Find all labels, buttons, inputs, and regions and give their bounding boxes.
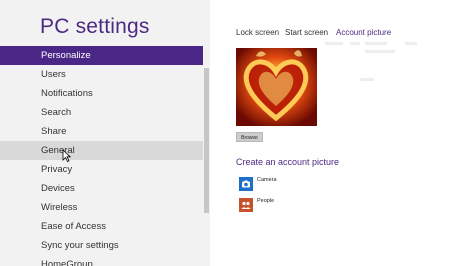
- faded-text: [405, 42, 417, 45]
- tab-account-picture[interactable]: Account picture: [336, 28, 391, 37]
- browse-button[interactable]: Browse: [236, 132, 263, 142]
- main-pane: Lock screen Start screen Account picture…: [210, 0, 474, 266]
- tab-start-screen[interactable]: Start screen: [285, 28, 328, 37]
- sidebar-item-devices[interactable]: Devices: [0, 179, 210, 198]
- faded-text: [360, 78, 374, 81]
- sidebar-scrollbar[interactable]: [203, 0, 210, 266]
- people-app-label: People: [257, 198, 275, 204]
- sidebar-item-privacy[interactable]: Privacy: [0, 160, 210, 179]
- tab-lock-screen[interactable]: Lock screen: [236, 28, 279, 37]
- faded-text: [325, 42, 343, 45]
- sidebar-item-wireless[interactable]: Wireless: [0, 198, 210, 217]
- sidebar-item-sync-settings[interactable]: Sync your settings: [0, 236, 210, 255]
- faded-text: [350, 42, 360, 45]
- mouse-pointer-icon: [62, 149, 71, 162]
- sidebar-item-search[interactable]: Search: [0, 103, 210, 122]
- sidebar-item-general[interactable]: General: [0, 141, 210, 160]
- sidebar-item-ease-of-access[interactable]: Ease of Access: [0, 217, 210, 236]
- sidebar-item-notifications[interactable]: Notifications: [0, 84, 210, 103]
- faded-text: [365, 50, 395, 53]
- sidebar-item-share[interactable]: Share: [0, 122, 210, 141]
- people-icon: [239, 198, 253, 212]
- app-title: PC settings: [40, 15, 150, 38]
- create-account-picture-heading: Create an account picture: [236, 157, 340, 167]
- account-picture: [236, 48, 317, 126]
- sidebar-nav: Personalize Users Notifications Search S…: [0, 46, 210, 266]
- camera-app-label: Camera: [257, 177, 277, 183]
- scrollbar-thumb[interactable]: [204, 68, 209, 213]
- faded-text: [365, 42, 387, 45]
- sidebar-item-personalize[interactable]: Personalize: [0, 46, 210, 65]
- sidebar-item-users[interactable]: Users: [0, 65, 210, 84]
- camera-icon: [239, 177, 253, 191]
- sidebar-item-homegroup[interactable]: HomeGroup: [0, 255, 210, 266]
- sidebar: PC settings Personalize Users Notificati…: [0, 0, 210, 266]
